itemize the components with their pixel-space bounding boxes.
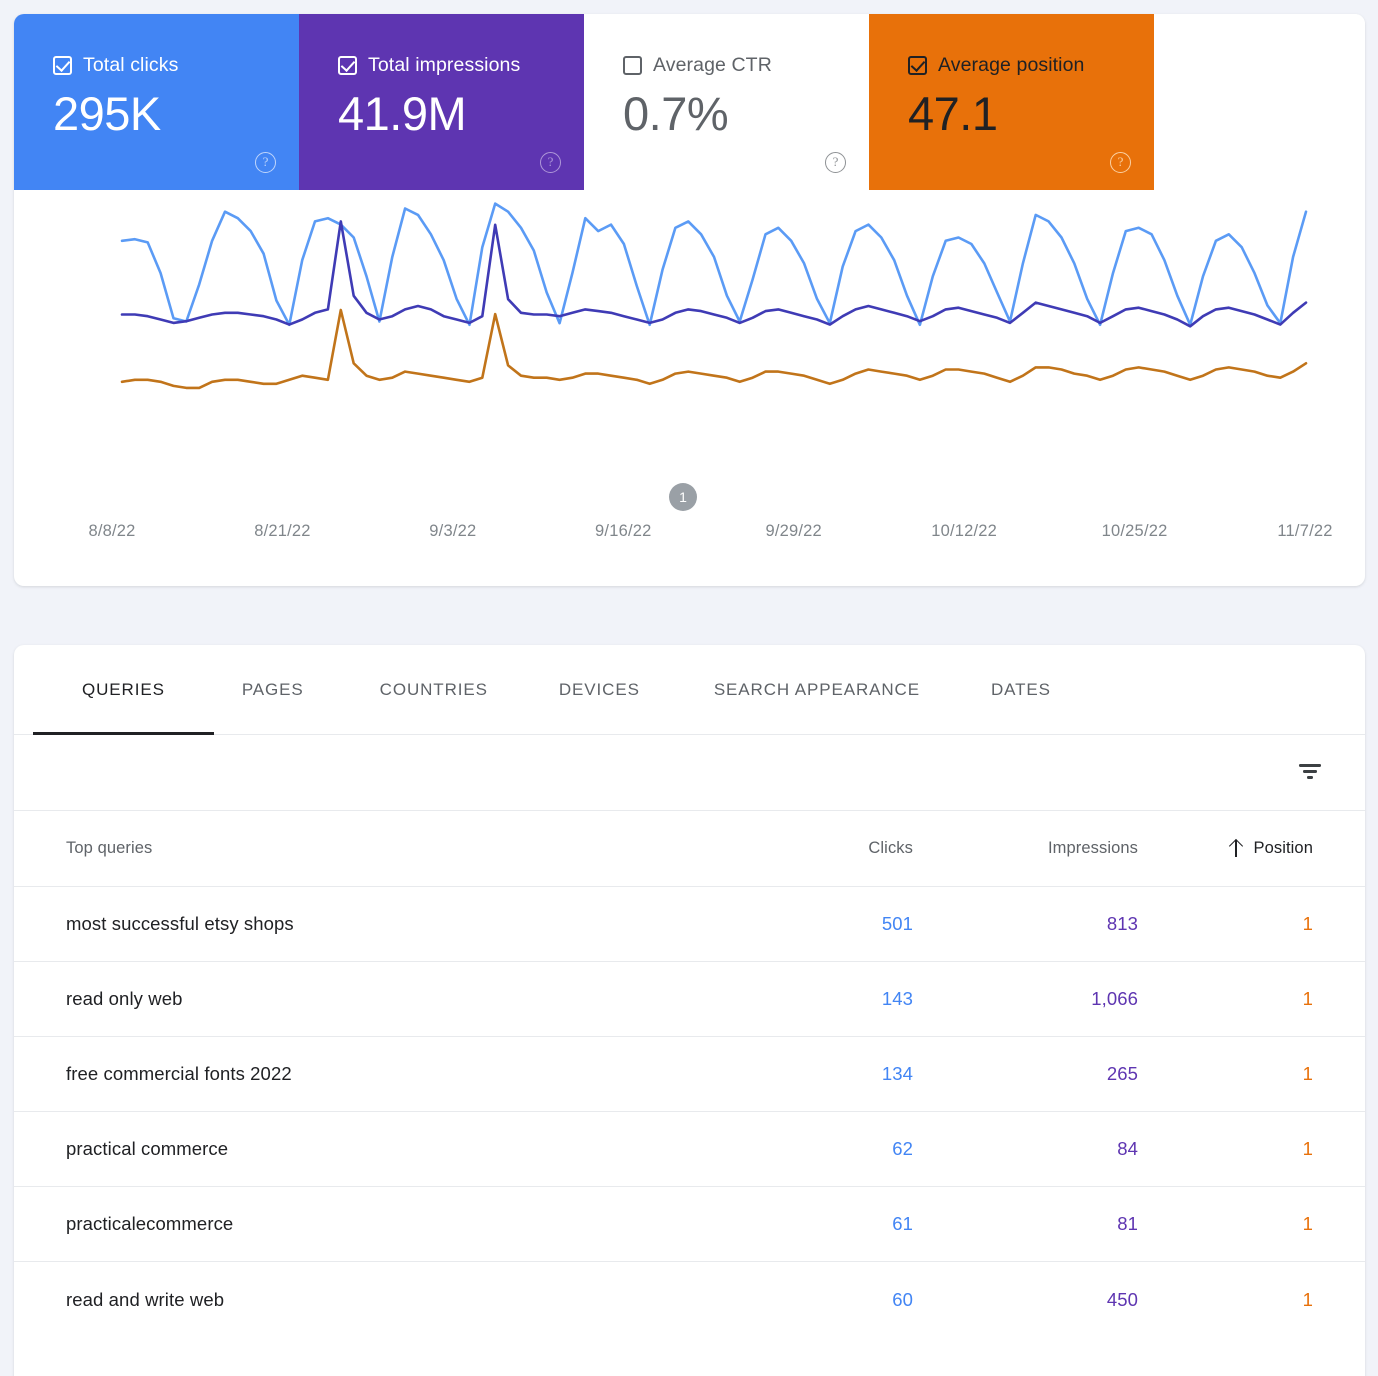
performance-overview-card: Total clicks 295K ? Total impressions 41… [14, 14, 1365, 586]
x-axis-tick-label: 8/21/22 [254, 522, 310, 541]
cell-position-1: 1 [1138, 988, 1313, 1010]
help-circle-icon-average-position[interactable]: ? [1110, 152, 1131, 173]
column-header-position-label: Position [1253, 839, 1313, 858]
x-axis-tick-label: 8/8/22 [88, 522, 135, 541]
tab-label-dates: DATES [989, 680, 1053, 700]
metric-card-total-clicks[interactable]: Total clicks 295K ? [14, 14, 299, 190]
column-header-position[interactable]: Position [1138, 839, 1313, 858]
tab-pages[interactable]: PAGES [240, 645, 306, 735]
cell-clicks-0: 501 [738, 913, 913, 935]
checkbox-total-impressions[interactable] [338, 56, 357, 75]
metric-header-average-ctr: Average CTR [623, 54, 869, 76]
cell-impressions-5: 450 [913, 1289, 1138, 1311]
chart-x-axis-labels: 8/8/22 8/21/22 9/3/22 9/16/22 9/29/22 10/12/2… [14, 522, 1365, 552]
tab-queries[interactable]: QUERIES [80, 645, 167, 735]
search-console-performance-page: Total clicks 295K ? Total impressions 41… [0, 0, 1378, 1376]
metric-value-total-impressions: 41.9M [338, 86, 584, 142]
filter-bar [14, 735, 1365, 811]
metric-card-total-impressions[interactable]: Total impressions 41.9M ? [299, 14, 584, 190]
help-circle-icon-total-clicks[interactable]: ? [255, 152, 276, 173]
cell-impressions-1: 1,066 [913, 988, 1138, 1010]
cell-query-0: most successful etsy shops [66, 913, 738, 935]
filter-icon[interactable] [1293, 753, 1327, 787]
tab-dates[interactable]: DATES [989, 645, 1053, 735]
tab-label-search-appearance: SEARCH APPEARANCE [712, 680, 922, 700]
cell-clicks-5: 60 [738, 1289, 913, 1311]
tab-countries[interactable]: COUNTRIES [378, 645, 490, 735]
column-header-clicks[interactable]: Clicks [738, 839, 913, 858]
cell-position-4: 1 [1138, 1213, 1313, 1235]
cell-query-4: practicalecommerce [66, 1213, 738, 1235]
cell-clicks-2: 134 [738, 1063, 913, 1085]
checkbox-average-position[interactable] [908, 56, 927, 75]
metric-label-average-ctr: Average CTR [653, 54, 772, 76]
tab-label-devices: DEVICES [557, 680, 642, 700]
cell-impressions-3: 84 [913, 1138, 1138, 1160]
metric-value-average-position: 47.1 [908, 86, 1154, 142]
x-axis-tick-label: 9/29/22 [765, 522, 821, 541]
table-row[interactable]: read only web1431,0661 [14, 962, 1365, 1037]
help-circle-icon-total-impressions[interactable]: ? [540, 152, 561, 173]
metric-card-average-ctr[interactable]: Average CTR 0.7% ? [584, 14, 869, 190]
cell-impressions-0: 813 [913, 913, 1138, 935]
metric-strip-filler [1154, 14, 1365, 190]
checkbox-total-clicks[interactable] [53, 56, 72, 75]
x-axis-tick-label: 11/7/22 [1277, 522, 1332, 541]
metric-label-total-impressions: Total impressions [368, 54, 520, 76]
cell-position-2: 1 [1138, 1063, 1313, 1085]
cell-position-5: 1 [1138, 1289, 1313, 1311]
checkbox-average-ctr[interactable] [623, 56, 642, 75]
column-header-impressions[interactable]: Impressions [913, 839, 1138, 858]
tab-label-pages: PAGES [240, 680, 306, 700]
column-header-top-queries[interactable]: Top queries [66, 839, 738, 858]
metric-header-average-position: Average position [908, 54, 1154, 76]
table-row[interactable]: read and write web604501 [14, 1262, 1365, 1337]
cell-position-3: 1 [1138, 1138, 1313, 1160]
metric-value-total-clicks: 295K [53, 86, 299, 142]
metric-card-average-position[interactable]: Average position 47.1 ? [869, 14, 1154, 190]
table-body: most successful etsy shops5018131read on… [14, 887, 1365, 1337]
tab-label-countries: COUNTRIES [378, 680, 490, 700]
table-row[interactable]: most successful etsy shops5018131 [14, 887, 1365, 962]
tab-search-appearance[interactable]: SEARCH APPEARANCE [712, 645, 922, 735]
cell-query-2: free commercial fonts 2022 [66, 1063, 738, 1085]
cell-clicks-3: 62 [738, 1138, 913, 1160]
x-axis-tick-label: 9/3/22 [429, 522, 476, 541]
chart-series-line-total-clicks [122, 204, 1306, 325]
metric-label-total-clicks: Total clicks [83, 54, 178, 76]
arrow-up-icon [1227, 840, 1244, 857]
metric-cards-strip: Total clicks 295K ? Total impressions 41… [14, 14, 1365, 190]
help-circle-icon-average-ctr[interactable]: ? [825, 152, 846, 173]
tab-label-queries: QUERIES [80, 680, 167, 700]
cell-position-0: 1 [1138, 913, 1313, 935]
dimension-tabs: QUERIES PAGES COUNTRIES DEVICES SEARCH APPEA… [14, 645, 1365, 735]
cell-clicks-1: 143 [738, 988, 913, 1010]
table-row[interactable]: practicalecommerce61811 [14, 1187, 1365, 1262]
metric-header-total-impressions: Total impressions [338, 54, 584, 76]
x-axis-tick-label: 10/12/22 [931, 522, 997, 541]
cell-impressions-4: 81 [913, 1213, 1138, 1235]
dimension-table-card: QUERIES PAGES COUNTRIES DEVICES SEARCH APPEA… [14, 645, 1365, 1376]
table-row[interactable]: practical commerce62841 [14, 1112, 1365, 1187]
chart-annotation-badge[interactable]: 1 [669, 483, 697, 511]
metric-value-average-ctr: 0.7% [623, 86, 869, 142]
cell-impressions-2: 265 [913, 1063, 1138, 1085]
cell-clicks-4: 61 [738, 1213, 913, 1235]
metric-label-average-position: Average position [938, 54, 1085, 76]
x-axis-tick-label: 9/16/22 [595, 522, 651, 541]
cell-query-1: read only web [66, 988, 738, 1010]
x-axis-tick-label: 10/25/22 [1102, 522, 1168, 541]
table-row[interactable]: free commercial fonts 20221342651 [14, 1037, 1365, 1112]
metric-header-total-clicks: Total clicks [53, 54, 299, 76]
tab-devices[interactable]: DEVICES [557, 645, 642, 735]
cell-query-3: practical commerce [66, 1138, 738, 1160]
table-header-row: Top queries Clicks Impressions Position [14, 811, 1365, 887]
cell-query-5: read and write web [66, 1289, 738, 1311]
